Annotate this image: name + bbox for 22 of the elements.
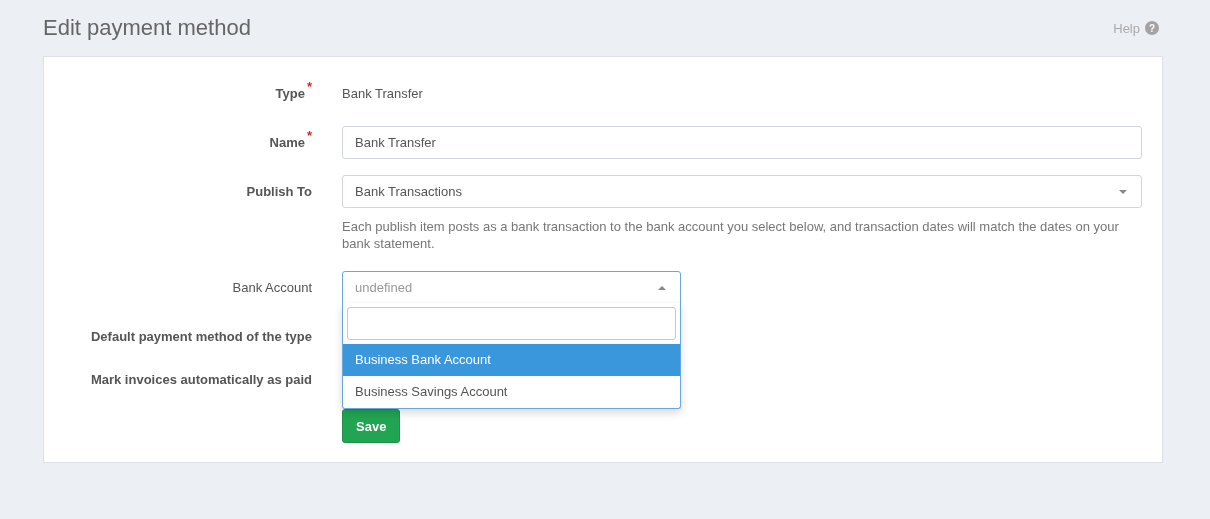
help-text: Each publish item posts as a bank transaction to the bank account you select below, and transaction dates will match the dates on your bank statement. bbox=[342, 218, 1120, 252]
required-mark: * bbox=[306, 127, 312, 145]
caret-icon bbox=[1119, 189, 1127, 194]
field-label: Name bbox=[269, 134, 305, 152]
account-select[interactable]: undefined bbox=[342, 271, 681, 304]
caret-icon bbox=[658, 285, 666, 290]
field-label: Default payment method of the type bbox=[90, 328, 312, 346]
required-mark: * bbox=[306, 78, 312, 96]
field-label: Publish To bbox=[246, 183, 312, 201]
field-label: Type bbox=[275, 85, 305, 103]
search-field[interactable] bbox=[347, 307, 676, 340]
help-icon[interactable]: ? bbox=[1145, 21, 1159, 35]
page-title: Edit payment method bbox=[43, 15, 251, 41]
help-link[interactable]: Help bbox=[1113, 20, 1140, 36]
dropdown-option[interactable]: Business Savings Account bbox=[343, 376, 680, 408]
field-label: Bank Account bbox=[232, 279, 312, 297]
publish-select[interactable]: Bank Transactions bbox=[342, 175, 1142, 208]
save-button[interactable]: Save bbox=[342, 409, 401, 443]
name-input[interactable]: Bank Transfer bbox=[342, 126, 1142, 159]
field-value: Bank Transfer bbox=[342, 86, 423, 101]
dropdown-option[interactable]: Business Bank Account bbox=[343, 344, 680, 376]
field-label: Mark invoices automatically as paid bbox=[90, 371, 312, 389]
